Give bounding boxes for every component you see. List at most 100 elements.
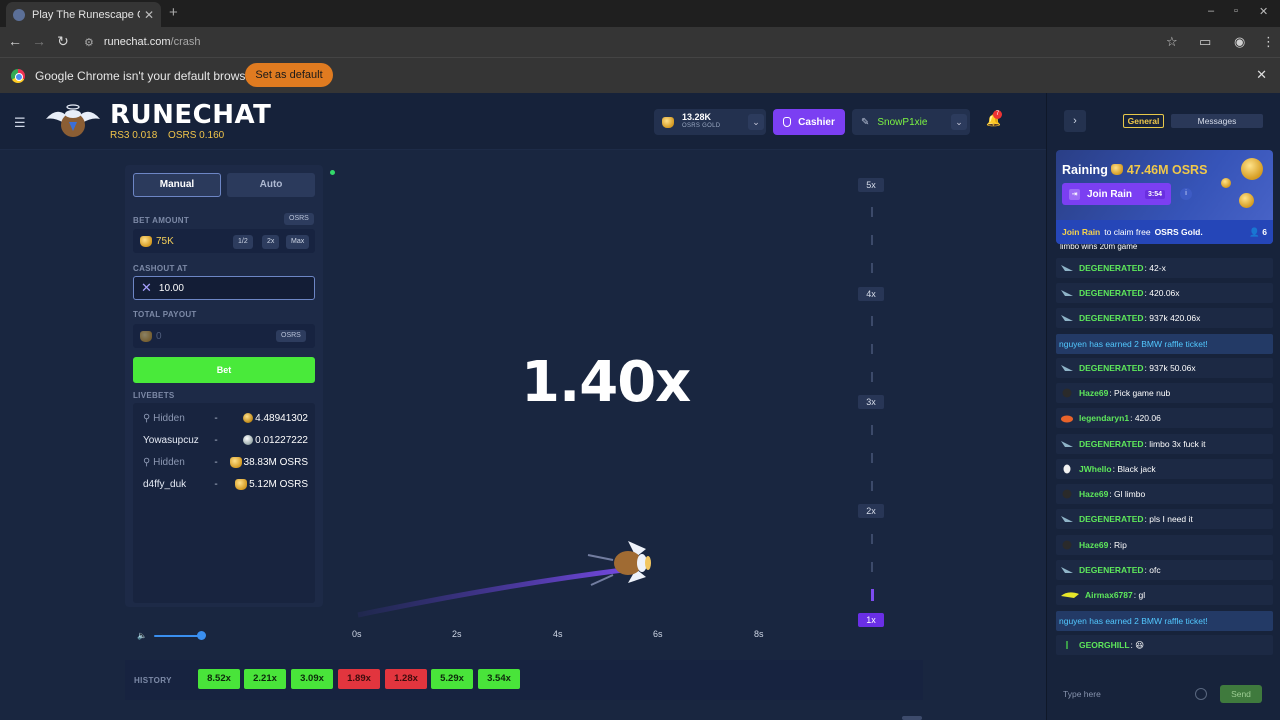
rain-banner: Raining 47.46M OSRS ⇥ Join Rain 3:54 i J… (1056, 150, 1273, 244)
history-chip[interactable]: 3.09x (291, 669, 333, 689)
minimize-icon[interactable]: – (1208, 5, 1214, 17)
history-chip[interactable]: 1.89x (338, 669, 380, 689)
window-close-icon[interactable]: ✕ (1259, 5, 1268, 18)
join-rain-button[interactable]: ⇥ Join Rain 3:54 (1062, 183, 1171, 205)
tab-general[interactable]: General (1123, 114, 1164, 128)
reload-icon[interactable]: ↻ (55, 33, 71, 50)
crab-avatar-icon (1061, 415, 1073, 423)
livebet-row: ⚲ Hidden - 4.48941302 (143, 410, 308, 426)
infobar-close-icon[interactable]: ✕ (1256, 67, 1267, 83)
chat-input-bar: Send (1056, 684, 1273, 704)
speaker-icon[interactable]: 🔈 (137, 631, 147, 640)
info-icon[interactable]: i (1180, 188, 1192, 200)
chat-message: Haze69: Gl limbo (1056, 484, 1273, 504)
menu-dots-icon[interactable]: ⋮ (1262, 34, 1275, 50)
back-icon[interactable]: ← (7, 33, 23, 49)
half-bet-button[interactable]: 1/2 (233, 235, 253, 249)
livebet-sep: - (214, 434, 218, 446)
url-field[interactable]: ⚙ runechat.com/crash (84, 32, 1154, 52)
total-payout-label: TOTAL PAYOUT (133, 310, 197, 319)
send-button[interactable]: Send (1220, 685, 1262, 703)
chat-input[interactable] (1056, 685, 1186, 703)
rain-participants: 👤 6 (1249, 226, 1267, 237)
set-default-button[interactable]: Set as default (245, 63, 333, 87)
livebets-list: ⚲ Hidden - 4.48941302 Yowasupcuz - 0.012… (133, 403, 315, 603)
cashout-input[interactable]: ✕ 10.00 (133, 276, 315, 300)
site-favicon-icon (13, 8, 25, 21)
history-chip[interactable]: 5.29x (431, 669, 473, 689)
chat-system-message: nguyen has earned 2 BMW raffle ticket! (1056, 334, 1273, 354)
tab-manual[interactable]: Manual (133, 173, 221, 197)
volume-slider[interactable] (154, 635, 202, 637)
cashier-label: Cashier (798, 116, 835, 128)
collapse-chat-icon[interactable]: › (1064, 110, 1086, 132)
user-menu[interactable]: ✎ SnowP1xie ⌄ (852, 109, 970, 135)
chat-message: limbo wins 20m game (1060, 244, 1138, 251)
x-tick-2s: 2s (452, 629, 462, 639)
rate-rs3: RS3 0.018 (110, 130, 158, 141)
osrs-coin-icon (243, 413, 254, 423)
payout-currency-chip: OSRS (276, 330, 306, 342)
history-chip[interactable]: 1.28x (385, 669, 427, 689)
shark-avatar-icon (1061, 516, 1073, 522)
max-bet-button[interactable]: Max (286, 235, 310, 249)
chevron-down-icon[interactable]: ⌄ (951, 114, 967, 130)
bookmark-star-icon[interactable]: ☆ (1166, 34, 1178, 50)
volume-slider-knob[interactable] (197, 631, 206, 640)
shark-avatar-icon (1061, 315, 1073, 321)
chrome-logo-icon (11, 69, 25, 83)
new-tab-button[interactable]: + (169, 4, 178, 21)
x-tick-4s: 4s (553, 629, 563, 639)
livebet-value: 38.83M OSRS (227, 456, 308, 468)
history-bar: HISTORY 8.52x 2.21x 3.09x 1.89x 1.28x 5.… (125, 660, 923, 700)
brand-name: RUNECHAT (110, 100, 272, 130)
dark-avatar-icon (1062, 540, 1072, 550)
browser-tab[interactable]: Play The Runescape Cra ✕ (6, 2, 161, 27)
cashier-button[interactable]: Cashier (773, 109, 845, 135)
tab-auto[interactable]: Auto (227, 173, 315, 197)
chat-messages: limbo wins 20m game DEGENERATED: 42-x DE… (1056, 244, 1273, 664)
runechat-logo-icon[interactable] (42, 101, 104, 141)
cast-icon[interactable]: ▭ (1199, 34, 1211, 50)
chat-message: DEGENERATED: ofc (1056, 560, 1273, 580)
emoji-icon[interactable] (1195, 688, 1207, 700)
balance-display[interactable]: 13.28K OSRS GOLD ⌄ (654, 109, 766, 135)
notifications-bell-icon[interactable]: 🔔 7 (986, 110, 1002, 127)
tab-close-icon[interactable]: ✕ (144, 8, 154, 22)
chat-message: DEGENERATED: 42-x (1056, 258, 1273, 278)
gold-bag-icon (235, 478, 248, 490)
chat-message: Haze69: Rip (1056, 535, 1273, 555)
scroll-indicator[interactable] (902, 716, 922, 720)
double-bet-button[interactable]: 2x (262, 235, 280, 249)
livebet-row: d4ffy_duk - 5.12M OSRS (143, 476, 308, 492)
site-settings-icon[interactable]: ⚙ (84, 36, 94, 49)
y-tick-2x: 2x (858, 504, 884, 518)
bet-button[interactable]: Bet (133, 357, 315, 383)
rain-footer-link[interactable]: Join Rain (1062, 227, 1100, 237)
address-bar: ← → ↻ ⚙ runechat.com/crash ☆ ▭ ◉ ⋮ (0, 27, 1280, 57)
total-payout-field: 0 OSRS (133, 324, 315, 348)
hamburger-menu-icon[interactable]: ☰ (14, 115, 26, 131)
y-tick-5x: 5x (858, 178, 884, 192)
infobar-message: Google Chrome isn't your default browser (35, 69, 257, 83)
forward-icon[interactable]: → (31, 33, 47, 49)
bet-currency-chip[interactable]: OSRS (284, 213, 314, 225)
url-host: runechat.com (103, 36, 171, 48)
livebet-value: 0.01227222 (227, 435, 308, 446)
tab-messages[interactable]: Messages (1171, 114, 1263, 128)
gold-coin-icon (1241, 158, 1263, 180)
livebet-player: ⚲ Hidden (143, 456, 185, 468)
livebet-value: 4.48941302 (227, 413, 308, 424)
y-tick-1x: 1x (858, 613, 884, 627)
gold-coin-icon (1239, 193, 1254, 208)
history-chip[interactable]: 2.21x (244, 669, 286, 689)
balance-currency: OSRS GOLD (682, 123, 721, 129)
profile-icon[interactable]: ◉ (1234, 34, 1245, 50)
maximize-icon[interactable]: ▫ (1234, 5, 1238, 17)
bet-amount-input[interactable]: 75K 1/2 2x Max (133, 229, 315, 253)
bet-amount-value: 75K (156, 235, 174, 247)
chevron-down-icon[interactable]: ⌄ (748, 114, 764, 130)
history-chip[interactable]: 3.54x (478, 669, 520, 689)
history-chip[interactable]: 8.52x (198, 669, 240, 689)
rain-footer-text: to claim free (1104, 227, 1151, 237)
